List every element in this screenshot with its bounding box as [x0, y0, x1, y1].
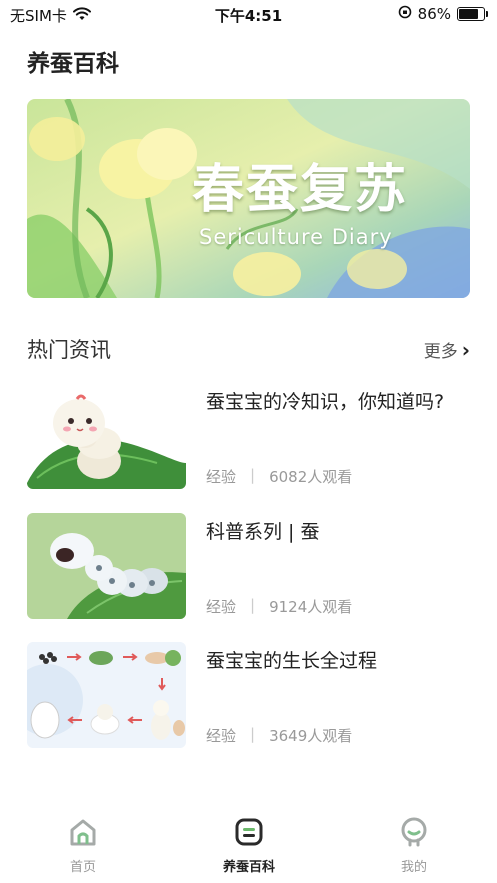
- tab-label: 我的: [400, 860, 427, 875]
- news-meta: 经验 | 9124人观看: [206, 596, 352, 617]
- tab-profile[interactable]: 我的: [354, 816, 474, 875]
- news-category: 经验: [206, 727, 237, 745]
- section-title: 热门资讯: [27, 338, 111, 362]
- news-thumbnail: [27, 642, 186, 748]
- news-item[interactable]: 科普系列 | 蚕 经验 | 9124人观看: [27, 513, 470, 619]
- news-thumbnail: [27, 513, 186, 619]
- tab-label: 养蚕百科: [222, 860, 275, 875]
- chevron-right-icon: ›: [461, 337, 470, 362]
- more-label: 更多: [423, 342, 458, 362]
- tab-bar: 首页 养蚕百科 我的: [0, 810, 497, 883]
- orientation-lock-icon: [398, 5, 412, 23]
- news-views: 6082人观看: [269, 468, 353, 486]
- news-title: 蚕宝宝的生长全过程: [206, 650, 378, 672]
- tab-encyclopedia[interactable]: 养蚕百科: [189, 816, 309, 875]
- news-category: 经验: [206, 598, 237, 616]
- home-icon: [23, 816, 143, 852]
- news-meta: 经验 | 3649人观看: [206, 725, 352, 746]
- battery-icon: [457, 7, 488, 21]
- news-views: 3649人观看: [269, 727, 353, 745]
- meta-divider: |: [250, 596, 256, 614]
- news-thumbnail: [27, 383, 186, 489]
- news-item[interactable]: 蚕宝宝的生长全过程 经验 | 3649人观看: [27, 642, 470, 748]
- banner-title: 春蚕复苏: [192, 160, 409, 220]
- tab-label: 首页: [69, 860, 96, 875]
- meta-divider: |: [250, 725, 256, 743]
- status-bar: 无SIM卡 下午4:51 86%: [0, 0, 497, 30]
- hot-news-header: 热门资讯 更多 ›: [27, 332, 470, 366]
- page-title: 养蚕百科: [27, 51, 119, 77]
- news-title: 科普系列 | 蚕: [206, 521, 320, 543]
- banner-subtitle: Sericulture Diary: [199, 225, 393, 249]
- news-category: 经验: [206, 468, 237, 486]
- news-views: 9124人观看: [269, 598, 353, 616]
- banner[interactable]: 春蚕复苏 Sericulture Diary: [27, 99, 470, 298]
- meta-divider: |: [250, 466, 256, 484]
- encyclopedia-icon: [189, 816, 309, 852]
- news-meta: 经验 | 6082人观看: [206, 466, 352, 487]
- news-title: 蚕宝宝的冷知识，你知道吗?: [206, 391, 445, 413]
- battery-percent: 86%: [417, 5, 451, 23]
- more-link[interactable]: 更多 ›: [423, 337, 470, 363]
- news-item[interactable]: 蚕宝宝的冷知识，你知道吗? 经验 | 6082人观看: [27, 383, 470, 489]
- tab-home[interactable]: 首页: [23, 816, 143, 875]
- profile-icon: [354, 816, 474, 852]
